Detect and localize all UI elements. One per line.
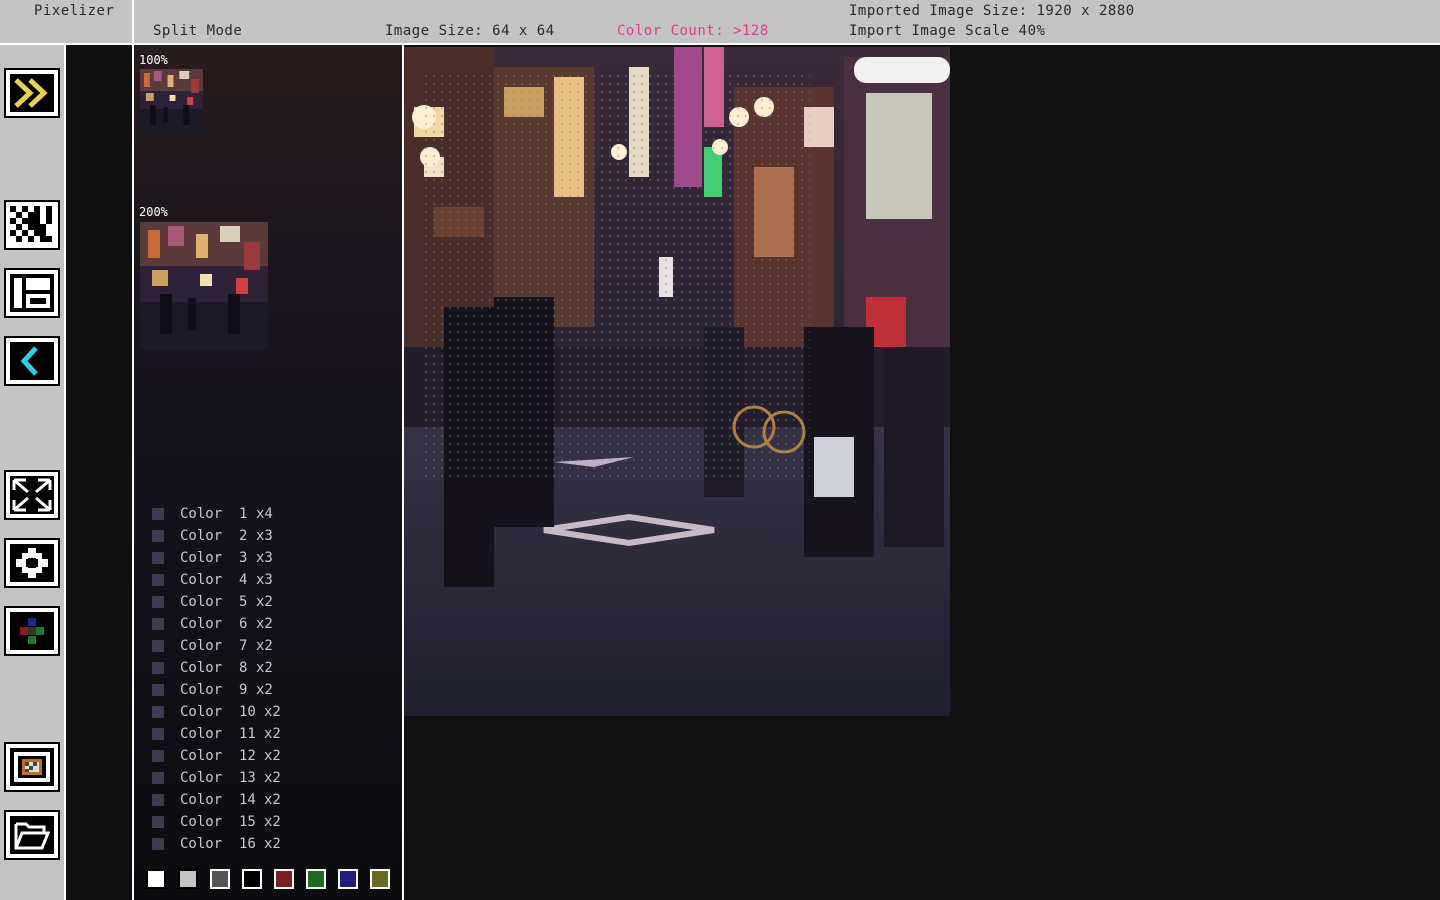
color-count: x2 xyxy=(264,770,281,786)
palette-swatch-green[interactable] xyxy=(306,869,326,889)
chevron-left-icon xyxy=(20,346,38,376)
app-title: Pixelizer xyxy=(34,3,115,19)
color-count: x2 xyxy=(256,682,273,698)
image-size-label: Image Size: 64 x 64 xyxy=(385,23,555,39)
color-swatch xyxy=(152,552,164,564)
color-swatch xyxy=(152,838,164,850)
color-count: x2 xyxy=(264,792,281,808)
center-button[interactable] xyxy=(4,538,60,588)
preview-100-image xyxy=(140,69,203,133)
color-swatch xyxy=(152,618,164,630)
color-name: Color 4 xyxy=(180,572,248,588)
color-count: x2 xyxy=(264,814,281,830)
color-name: Color 6 xyxy=(180,616,248,632)
double-chevron-right-icon xyxy=(14,78,48,108)
color-count: x2 xyxy=(264,726,281,742)
layout-grid-icon xyxy=(10,274,54,312)
color-count: x2 xyxy=(256,660,273,676)
color-count: x3 xyxy=(256,528,273,544)
color-name: Color 11 xyxy=(180,726,256,742)
color-name: Color 5 xyxy=(180,594,248,610)
preview-200-image xyxy=(140,222,268,350)
preview-200-thumbnail[interactable] xyxy=(140,222,268,350)
folder-open-icon xyxy=(14,822,51,850)
palette-swatch-dark-gray[interactable] xyxy=(210,869,230,889)
color-swatch xyxy=(152,772,164,784)
split-mode-toggle[interactable]: Split Mode xyxy=(153,23,242,39)
color-name: Color 3 xyxy=(180,550,248,566)
checkerboard-icon xyxy=(10,206,54,244)
color-name: Color 16 xyxy=(180,836,256,852)
color-swatch xyxy=(152,728,164,740)
color-name: Color 2 xyxy=(180,528,248,544)
preview-100-thumbnail[interactable] xyxy=(140,69,203,133)
color-count-label: Color Count: >128 xyxy=(617,23,769,39)
color-name: Color 7 xyxy=(180,638,248,654)
color-count: x3 xyxy=(256,550,273,566)
tool-column xyxy=(0,45,64,900)
expand-arrows-icon xyxy=(12,478,52,512)
color-swatch xyxy=(152,684,164,696)
rgb-channels-icon xyxy=(20,618,44,644)
palette-swatch-olive[interactable] xyxy=(370,869,390,889)
crosshair-icon xyxy=(16,548,48,578)
top-bar-divider xyxy=(132,0,134,43)
preview-200-label: 200% xyxy=(139,205,168,219)
pixel-grid-overlay xyxy=(422,72,810,482)
rgb-channels-button[interactable] xyxy=(4,606,60,656)
color-name: Color 1 xyxy=(180,506,248,522)
color-count: x2 xyxy=(256,638,273,654)
color-swatch xyxy=(152,596,164,608)
color-count: x2 xyxy=(264,748,281,764)
color-count: x3 xyxy=(256,572,273,588)
imported-size-label: Imported Image Size: 1920 x 2880 xyxy=(849,3,1135,19)
color-name: Color 14 xyxy=(180,792,256,808)
palette-swatch-blue[interactable] xyxy=(338,869,358,889)
open-folder-button[interactable] xyxy=(4,810,60,860)
checker-pattern-button[interactable] xyxy=(4,200,60,250)
color-swatch xyxy=(152,574,164,586)
layout-button[interactable] xyxy=(4,268,60,318)
color-swatch xyxy=(152,816,164,828)
color-count: x2 xyxy=(256,616,273,632)
color-name: Color 15 xyxy=(180,814,256,830)
color-count: x4 xyxy=(256,506,273,522)
palette-swatch-black[interactable] xyxy=(242,869,262,889)
palette-swatch-white[interactable] xyxy=(146,869,166,889)
color-name: Color 13 xyxy=(180,770,256,786)
back-button[interactable] xyxy=(4,336,60,386)
color-count: x2 xyxy=(256,594,273,610)
color-swatch xyxy=(152,530,164,542)
spacer-column xyxy=(66,45,132,900)
color-name: Color 12 xyxy=(180,748,256,764)
color-swatch xyxy=(152,662,164,674)
color-count: x2 xyxy=(264,704,281,720)
color-swatch xyxy=(152,640,164,652)
top-bar: Pixelizer Split Mode Image Size: 64 x 64… xyxy=(0,0,1440,45)
image-canvas[interactable] xyxy=(404,47,950,716)
color-swatch xyxy=(152,706,164,718)
color-name: Color 8 xyxy=(180,660,248,676)
frame-icon xyxy=(10,748,54,786)
color-swatch xyxy=(152,508,164,520)
color-swatch xyxy=(152,750,164,762)
color-name: Color 10 xyxy=(180,704,256,720)
import-scale-label: Import Image Scale 40% xyxy=(849,23,1046,39)
palette-swatch-light-gray[interactable] xyxy=(178,869,198,889)
color-name: Color 9 xyxy=(180,682,248,698)
preview-100-label: 100% xyxy=(139,53,168,67)
color-swatch xyxy=(152,794,164,806)
fullscreen-button[interactable] xyxy=(4,470,60,520)
palette-swatch-red[interactable] xyxy=(274,869,294,889)
frame-button[interactable] xyxy=(4,742,60,792)
expand-panel-button[interactable] xyxy=(4,68,60,118)
color-count: x2 xyxy=(264,836,281,852)
